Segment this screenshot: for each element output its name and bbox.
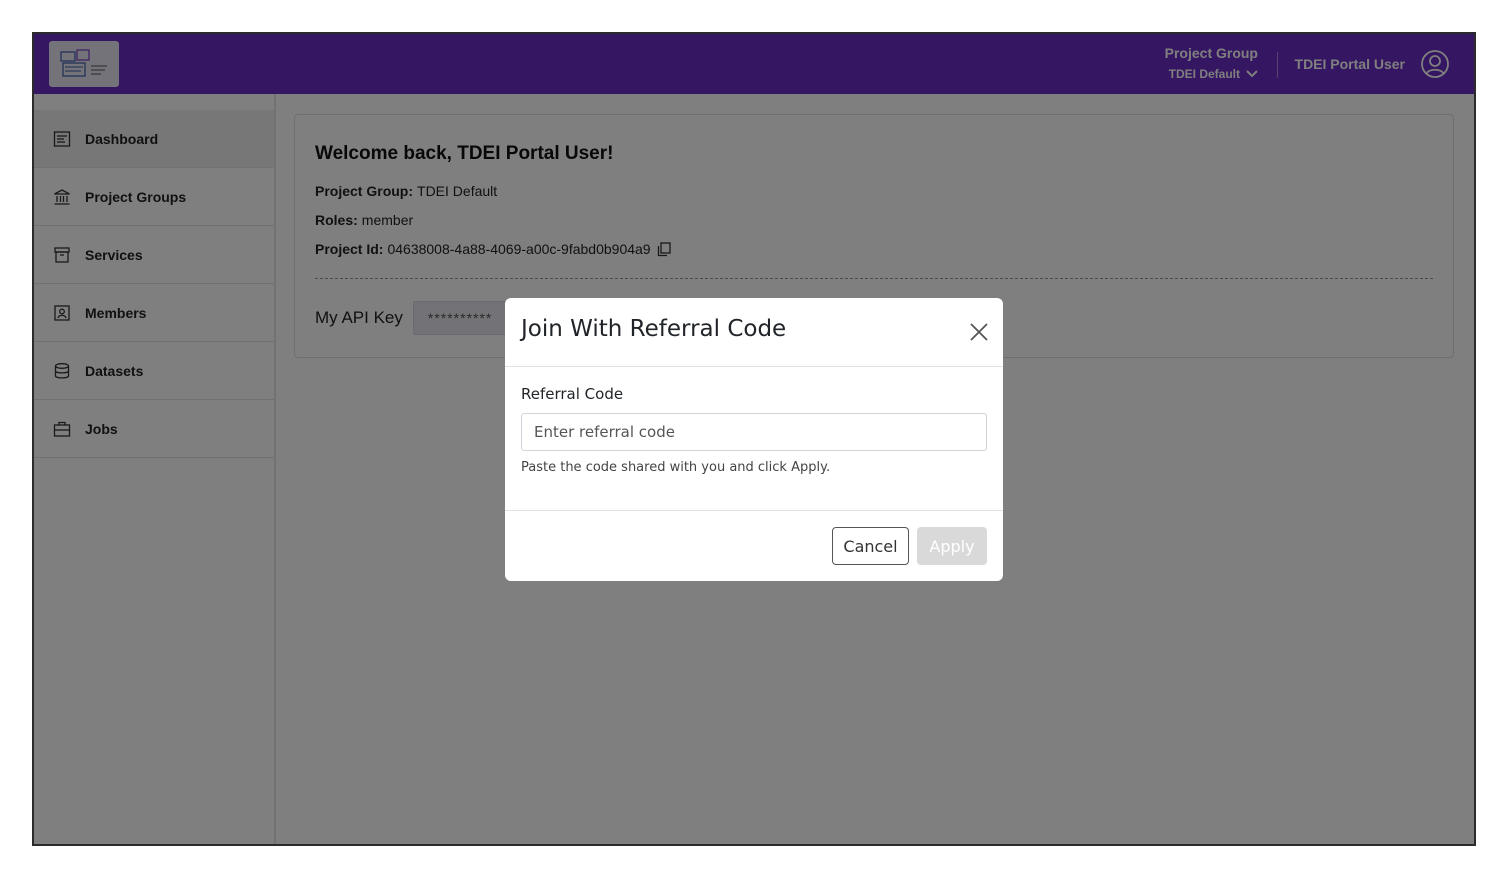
close-icon bbox=[970, 323, 988, 341]
modal-body: Referral Code Paste the code shared with… bbox=[505, 367, 1003, 511]
close-button[interactable] bbox=[969, 322, 989, 342]
modal-header: Join With Referral Code bbox=[505, 298, 1003, 367]
referral-code-label: Referral Code bbox=[521, 385, 624, 403]
modal-title: Join With Referral Code bbox=[521, 316, 787, 342]
help-text: Paste the code shared with you and click… bbox=[521, 460, 831, 475]
modal-footer: Cancel Apply bbox=[505, 511, 1003, 581]
cancel-button[interactable]: Cancel bbox=[832, 527, 909, 565]
apply-button[interactable]: Apply bbox=[917, 527, 987, 565]
referral-code-input[interactable] bbox=[521, 413, 987, 451]
app-window: Project Group TDEI Default TDEI Portal U… bbox=[32, 32, 1476, 846]
referral-code-modal: Join With Referral Code Referral Code Pa… bbox=[505, 298, 1003, 581]
